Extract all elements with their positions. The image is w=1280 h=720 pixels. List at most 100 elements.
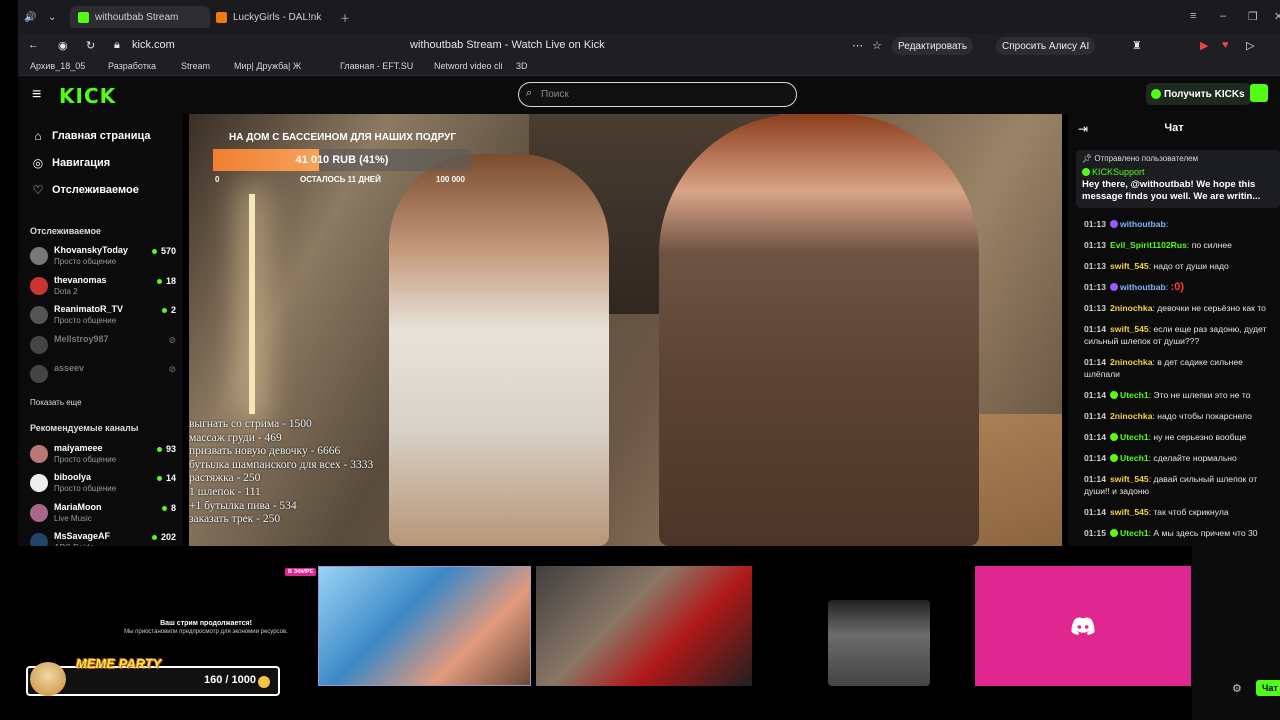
chat-username[interactable]: Utech1 [1120, 390, 1149, 400]
goal-value: 41 010 RUB (41%) [295, 154, 389, 166]
chat-message[interactable]: 01:13 2ninochka: девочки не серьёзно как … [1084, 302, 1280, 314]
hamburger-icon[interactable]: ≡ [32, 86, 41, 104]
chat-username[interactable]: Evil_Spirit1102Rus [1110, 240, 1187, 250]
bookmark-item[interactable]: Stream [181, 61, 210, 71]
chat-username[interactable]: 2ninochka [1110, 357, 1153, 367]
menu-icon[interactable]: ≡ [1190, 10, 1196, 22]
chat-message[interactable]: 01:14 Utech1: ну не серьезно вообще [1084, 431, 1280, 443]
restore-icon[interactable]: ❐ [1248, 10, 1258, 23]
tab-withoutbab[interactable]: withoutbab Stream [70, 6, 210, 28]
chat-message[interactable]: 01:13 withoutbab: :0) [1084, 281, 1280, 293]
channel-name: Mellstroy987 [54, 333, 109, 344]
channel-avatar [30, 306, 48, 324]
reload-icon[interactable]: ↻ [86, 39, 95, 52]
search-input[interactable]: ⌕ Поиск [518, 82, 797, 107]
chat-message[interactable]: 01:14 2ninochka: надо чтобы покарснело [1084, 410, 1280, 422]
chat-message[interactable]: 01:14 swift_545: если еще раз задоню, дуд… [1084, 323, 1280, 347]
tab-luckygirls[interactable]: LuckyGirls - DAL!nk [212, 6, 321, 28]
chat-username[interactable]: swift_545 [1110, 261, 1149, 271]
more-icon[interactable]: ⋯ [852, 39, 863, 52]
pin-icon: 📌︎ [1082, 154, 1093, 163]
get-kicks-button[interactable]: Получить KICKs [1146, 83, 1251, 105]
meme-party-widget: MEME PARTY 160 / 1000 [26, 656, 280, 696]
offline-icon: ⊘ [168, 334, 176, 345]
channel-item[interactable]: MariaMoon Live Music 8 [28, 501, 178, 527]
chat-send-button[interactable]: Чат [1256, 680, 1280, 696]
chat-username[interactable]: Utech1 [1120, 432, 1149, 442]
shield-icon[interactable]: ◉ [58, 39, 68, 52]
chat-settings-icon[interactable]: ⚙ [1232, 682, 1242, 695]
url-field[interactable]: kick.com [132, 39, 175, 51]
video-player[interactable]: НА ДОМ С БАССЕИНОМ ДЛЯ НАШИХ ПОДРУГ 41 0… [189, 114, 1062, 546]
bookmark-icon[interactable]: ☆ [872, 39, 882, 52]
channel-item[interactable]: asseev ⊘ [28, 362, 178, 388]
bookmark-item[interactable]: Мир| Дружба| Ж [234, 61, 301, 71]
chat-time: 01:13 [1084, 219, 1106, 229]
chat-message[interactable]: 01:14 2ninochka: в дет садике сильнее шлё… [1084, 356, 1280, 380]
channel-item[interactable]: KhovanskyToday Просто общение 570 [28, 244, 178, 270]
chat-message[interactable]: 01:14 swift_545: давай сильный шлепок от … [1084, 473, 1280, 497]
chat-username[interactable]: withoutbab [1120, 219, 1166, 229]
chat-username[interactable]: Utech1 [1120, 528, 1149, 538]
channel-item[interactable]: ReanimatoR_TV Просто общение 2 [28, 303, 178, 329]
youtube-icon[interactable]: ▶ [1200, 39, 1208, 52]
pinned-message[interactable]: 📌︎ Отправлено пользователем KICKSupport … [1076, 150, 1280, 208]
chat-message[interactable]: 01:13 swift_545: надо от души надо [1084, 260, 1280, 272]
channel-item[interactable]: thevanomas Dota 2 18 [28, 274, 178, 300]
tab-list-button[interactable]: ⌄ [48, 6, 56, 28]
user-avatar[interactable] [1250, 84, 1268, 102]
chat-time: 01:14 [1084, 474, 1106, 484]
chat-username[interactable]: Utech1 [1120, 453, 1149, 463]
channel-name: biboolya [54, 472, 92, 483]
nav-following[interactable]: ♡ Отслеживаемое [30, 183, 139, 197]
bookmark-item[interactable]: 3D [516, 61, 528, 71]
chat-username[interactable]: swift_545 [1110, 474, 1149, 484]
nav-home[interactable]: ⌂ Главная страница [30, 129, 150, 143]
edit-button[interactable]: Редактировать [892, 37, 974, 55]
chat-username[interactable]: withoutbab [1120, 282, 1166, 292]
chat-message[interactable]: 01:14 Utech1: Это не шлепки это не то [1084, 389, 1280, 401]
chat-username[interactable]: 2ninochka [1110, 411, 1153, 421]
paused-subtitle: Мы приостановили предпросмотр для эконом… [124, 629, 288, 635]
viewer-count: 14 [157, 473, 176, 483]
chat-message[interactable]: 01:14 Utech1: сделайте нормально [1084, 452, 1280, 464]
bookmarks-bar: Архив_18_05 Разработка Stream Мир| Дружб… [18, 58, 1280, 76]
ask-alice-button[interactable]: Спросить Алису AI [996, 37, 1096, 55]
minimize-icon[interactable]: – [1220, 10, 1226, 22]
nav-browse[interactable]: ◎ Навигация [30, 156, 110, 170]
new-tab-button[interactable]: ＋ [340, 6, 350, 28]
viewer-count: 570 [152, 246, 176, 256]
chat-message[interactable]: 01:14 swift_545: так чтоб скрикнула [1084, 506, 1280, 518]
chat-text: А мы здесь причем что 30 [1153, 528, 1258, 538]
video-person-left [389, 154, 609, 546]
back-icon[interactable]: ← [28, 39, 39, 51]
chat-username[interactable]: 2ninochka [1110, 303, 1153, 313]
bookmark-item[interactable]: Архив_18_05 [30, 61, 85, 71]
goal-min: 0 [215, 175, 220, 184]
channel-item[interactable]: Mellstroy987 ⊘ [28, 333, 178, 359]
channel-item[interactable]: maiyameee Просто общение 93 [28, 442, 178, 468]
paused-title: Ваш стрим продолжается! [160, 620, 252, 627]
price-menu-item: +1 бутылка пива - 534 [189, 499, 297, 512]
extension-icon[interactable]: ♥ [1222, 39, 1229, 51]
chat-message[interactable]: 01:13 withoutbab: [1084, 218, 1280, 230]
kick-logo[interactable]: KICK [59, 84, 116, 108]
chat-username[interactable]: swift_545 [1110, 507, 1149, 517]
extension-icon[interactable]: ▷ [1246, 39, 1254, 52]
chat-text: в дет садике сильнее шлёпали [1084, 357, 1243, 379]
recommended-section-title: Рекомендуемые каналы [30, 423, 139, 433]
extension-icon[interactable]: ♜ [1132, 39, 1142, 52]
chat-message[interactable]: 01:15 Utech1: А мы здесь причем что 30 [1084, 527, 1280, 539]
bookmark-item[interactable]: Разработка [108, 61, 156, 71]
bookmark-item[interactable]: Главная - EFT.SU [340, 61, 413, 71]
show-more-link[interactable]: Показать еще [30, 398, 82, 407]
pinned-user: KICKSupport [1092, 167, 1145, 177]
bookmark-item[interactable]: Netword video cli [434, 61, 503, 71]
close-icon[interactable]: ✕ [1274, 10, 1280, 23]
sound-button[interactable]: 🔊 [24, 6, 36, 28]
channel-item[interactable]: biboolya Просто общение 14 [28, 471, 178, 497]
price-menu-item: выгнать со стрима - 1500 [189, 418, 312, 430]
chat-message[interactable]: 01:13 Evil_Spirit1102Rus: по силнее [1084, 239, 1280, 251]
chat-username[interactable]: swift_545 [1110, 324, 1149, 334]
chat-text: девочки не серьёзно как то [1157, 303, 1266, 313]
